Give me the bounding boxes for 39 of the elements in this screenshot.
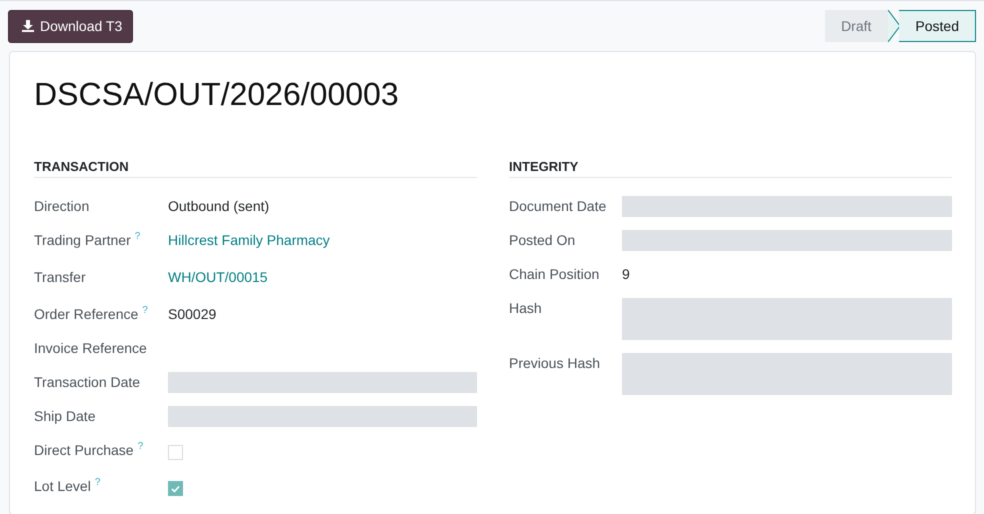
empty-field[interactable] [168, 406, 477, 427]
field-label: Document Date [509, 198, 606, 214]
field-label: Ship Date [34, 408, 96, 424]
field-label: Transfer [34, 269, 86, 285]
field-label: Posted On [509, 232, 576, 248]
check-icon [171, 484, 180, 492]
field-value: S00029 [168, 306, 216, 322]
field-label: Transaction Date [34, 374, 140, 390]
empty-field[interactable] [622, 196, 952, 217]
field-label: Direction [34, 198, 90, 214]
download-button[interactable]: Download T3 [8, 10, 134, 42]
empty-field[interactable] [168, 372, 477, 393]
field-label: Invoice Reference [34, 340, 147, 356]
field-link[interactable]: WH/OUT/00015 [168, 269, 268, 285]
download-icon [22, 20, 34, 32]
checkbox[interactable] [168, 481, 183, 496]
empty-field[interactable] [622, 298, 952, 340]
field-label: Order Reference [34, 306, 138, 322]
section-heading: TRANSACTION [34, 159, 477, 178]
help-mark[interactable]: ? [94, 476, 100, 488]
section-heading: INTEGRITY [509, 159, 952, 178]
field-label: Direct Purchase [34, 442, 134, 458]
help-mark[interactable]: ? [138, 440, 144, 452]
field-label: Trading Partner [34, 232, 131, 248]
chevron-icon [888, 10, 900, 42]
field-value: Outbound (sent) [168, 198, 270, 214]
checkbox[interactable] [168, 445, 183, 460]
field-label: Chain Position [509, 266, 600, 282]
empty-field[interactable] [622, 353, 952, 395]
empty-field[interactable] [622, 230, 952, 251]
field-label: Hash [509, 300, 542, 316]
field-value: 9 [622, 266, 630, 282]
field-link[interactable]: Hillcrest Family Pharmacy [168, 232, 330, 248]
status-step[interactable]: Draft [825, 10, 888, 42]
help-mark[interactable]: ? [134, 230, 140, 242]
field-label: Previous Hash [509, 355, 600, 371]
field-label: Lot Level [34, 478, 91, 494]
help-mark[interactable]: ? [142, 304, 148, 316]
record-title: DSCSA/OUT/2026/00003 [34, 76, 400, 113]
